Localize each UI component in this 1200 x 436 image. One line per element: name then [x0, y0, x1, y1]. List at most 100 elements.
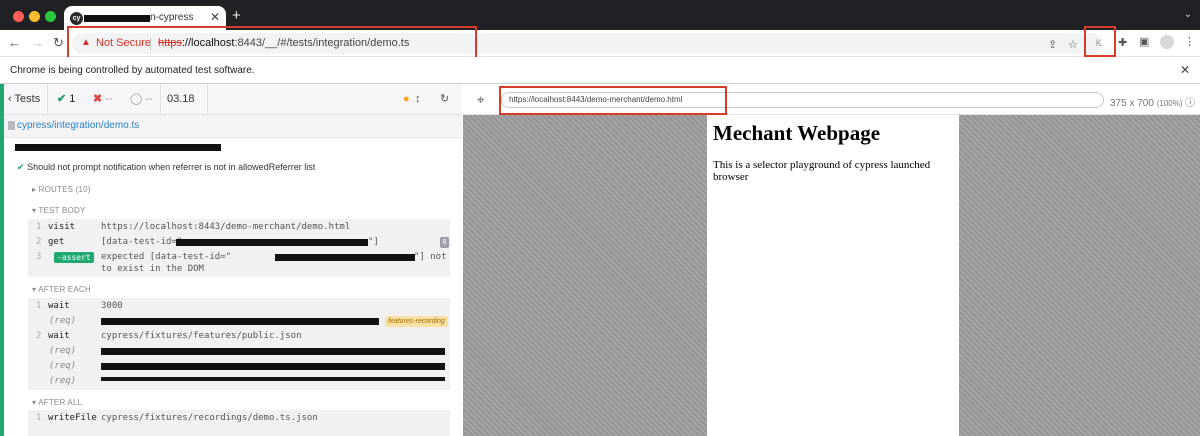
- browser-tab[interactable]: cy n-cypress ✕: [64, 6, 226, 30]
- minimize-window-dot[interactable]: [29, 11, 40, 22]
- reload-icon[interactable]: ↻: [53, 35, 64, 50]
- test-title[interactable]: ✔ Should not prompt notification when re…: [17, 162, 315, 173]
- redacted-request-url: [101, 363, 445, 370]
- forward-arrow-icon[interactable]: →: [31, 35, 44, 50]
- pending-count: ◯ --: [130, 93, 153, 106]
- redacted-selector: [176, 239, 368, 246]
- auto-scroll-icon[interactable]: ↕: [415, 93, 421, 106]
- match-count-badge: 0: [440, 237, 449, 248]
- address-bar[interactable]: ▲ Not Secure https://localhost:8443/__/#…: [72, 33, 1102, 54]
- request-label: (req): [49, 316, 77, 326]
- spec-file-name[interactable]: cypress/integration/demo.ts: [17, 120, 139, 131]
- command-row[interactable]: 1 writeFile cypress/fixtures/recordings/…: [28, 411, 450, 426]
- profile-avatar[interactable]: [1160, 35, 1174, 49]
- share-icon[interactable]: ⇪: [1048, 38, 1057, 51]
- request-label: (req): [49, 376, 77, 386]
- stats-divider: [207, 84, 208, 115]
- new-tab-icon[interactable]: +: [232, 8, 241, 23]
- selector-playground-icon[interactable]: ⌖: [477, 92, 484, 108]
- request-row[interactable]: (req) features-recording: [28, 314, 450, 329]
- command-message: https://localhost:8443/demo-merchant/dem…: [101, 222, 351, 232]
- page-heading: Mechant Webpage: [713, 121, 881, 145]
- bookmark-star-icon[interactable]: ☆: [1068, 38, 1078, 51]
- viewport-size[interactable]: 375 x 700 (100%) ⓘ: [1110, 94, 1195, 109]
- extension-icon[interactable]: K.: [1090, 37, 1110, 50]
- command-message: cypress/fixtures/recordings/demo.ts.json: [101, 413, 318, 423]
- tab-close-icon[interactable]: ✕: [210, 10, 220, 24]
- request-row[interactable]: (req): [28, 374, 450, 389]
- close-window-dot[interactable]: [13, 11, 24, 22]
- duration: 03.18: [167, 93, 195, 105]
- viewport-dimensions: 375 x 700: [1110, 98, 1154, 109]
- test-body-commands: 1 visit https://localhost:8443/demo-merc…: [28, 219, 450, 277]
- command-name: get: [48, 237, 65, 247]
- command-number: 2: [36, 331, 42, 341]
- tab-search-chevron-icon[interactable]: ⌄: [1184, 9, 1192, 20]
- command-row[interactable]: 1 visit https://localhost:8443/demo-merc…: [28, 220, 450, 235]
- assert-badge: -assert: [54, 252, 94, 263]
- back-arrow-icon[interactable]: ←: [8, 35, 21, 50]
- infobar-close-icon[interactable]: ✕: [1180, 63, 1190, 77]
- alias-tag: features-recording: [385, 316, 448, 327]
- address-url[interactable]: https://localhost:8443/__/#/tests/integr…: [158, 37, 409, 49]
- stats-divider: [47, 84, 48, 115]
- redacted-suite-title: [15, 144, 221, 151]
- routes-header[interactable]: ▸ ROUTES (10): [32, 185, 91, 194]
- command-row[interactable]: 2 get [data-test-id=" "] 0: [28, 235, 450, 250]
- after-all-commands: 1 writeFile cypress/fixtures/recordings/…: [28, 410, 450, 436]
- extensions-puzzle-icon[interactable]: ✚: [1118, 36, 1127, 49]
- page-body-text: This is a selector playground of cypress…: [713, 159, 931, 183]
- assertion-message-end: "] not: [414, 252, 447, 262]
- test-title-text: Should not prompt notification when refe…: [27, 162, 316, 172]
- tab-title: n-cypress: [150, 12, 194, 23]
- command-name: writeFile: [48, 413, 97, 423]
- tests-back-label: Tests: [14, 93, 41, 105]
- command-number: 1: [36, 413, 42, 423]
- redacted-tab-text: [84, 15, 150, 22]
- automation-infobar: Chrome is being controlled by automated …: [0, 57, 1200, 84]
- command-message: cypress/fixtures/features/public.json: [101, 331, 302, 341]
- cross-icon: ✖: [93, 93, 103, 105]
- info-icon[interactable]: ⓘ: [1185, 98, 1195, 109]
- aut-url-field[interactable]: https://localhost:8443/demo-merchant/dem…: [501, 92, 1104, 108]
- check-icon: ✔: [57, 93, 67, 105]
- rerun-icon[interactable]: ↻: [440, 93, 449, 106]
- side-panel-icon[interactable]: ▣: [1139, 35, 1149, 48]
- pending-circle-icon: ◯: [130, 93, 143, 105]
- test-body-header[interactable]: ▾ TEST BODY: [32, 206, 86, 215]
- command-row[interactable]: 2 wait cypress/fixtures/features/public.…: [28, 329, 450, 344]
- request-label: (req): [49, 361, 77, 371]
- command-name: visit: [48, 222, 76, 232]
- runner-stats-bar: ‹ Tests ✔ 1 ✖ -- ◯ -- 03.18 ● ↕ ↻: [4, 84, 462, 115]
- request-row[interactable]: (req): [28, 359, 450, 374]
- address-divider: [150, 38, 151, 50]
- pass-check-icon: ✔: [17, 162, 25, 172]
- command-row[interactable]: 3 -assert expected [data-test-id=" "] no…: [28, 250, 450, 276]
- cypress-favicon-icon: cy: [70, 12, 83, 25]
- after-each-header[interactable]: ▾ AFTER EACH: [32, 285, 91, 294]
- command-number: 1: [36, 222, 42, 232]
- routes-label: ROUTES (10): [38, 185, 91, 194]
- command-number: 1: [36, 301, 42, 311]
- running-dot-icon: ●: [403, 93, 410, 105]
- not-secure-label[interactable]: Not Secure: [96, 37, 151, 49]
- warning-icon: ▲: [81, 37, 91, 48]
- redacted-request-url: [101, 348, 445, 355]
- menu-kebab-icon[interactable]: ⋮: [1184, 35, 1195, 48]
- command-message-end: "]: [368, 237, 379, 247]
- aut-url: https://localhost:8443/demo-merchant/dem…: [509, 95, 683, 104]
- after-all-label: AFTER ALL: [38, 398, 83, 407]
- command-row[interactable]: 1 wait 3000: [28, 299, 450, 314]
- after-each-label: AFTER EACH: [38, 285, 91, 294]
- url-path: :8443/__/#/tests/integration/demo.ts: [234, 37, 410, 49]
- request-label: (req): [49, 346, 77, 356]
- after-each-commands: 1 wait 3000 (req) features-recording 2 w…: [28, 298, 450, 390]
- command-name: wait: [48, 331, 70, 341]
- maximize-window-dot[interactable]: [45, 11, 56, 22]
- command-number: 2: [36, 237, 42, 247]
- request-row[interactable]: (req): [28, 344, 450, 359]
- command-log-panel: ‹ Tests ✔ 1 ✖ -- ◯ -- 03.18 ● ↕ ↻ cypres…: [4, 84, 462, 436]
- after-all-header[interactable]: ▾ AFTER ALL: [32, 398, 82, 407]
- tests-back-button[interactable]: ‹ Tests: [8, 93, 40, 106]
- command-message: 3000: [101, 301, 123, 311]
